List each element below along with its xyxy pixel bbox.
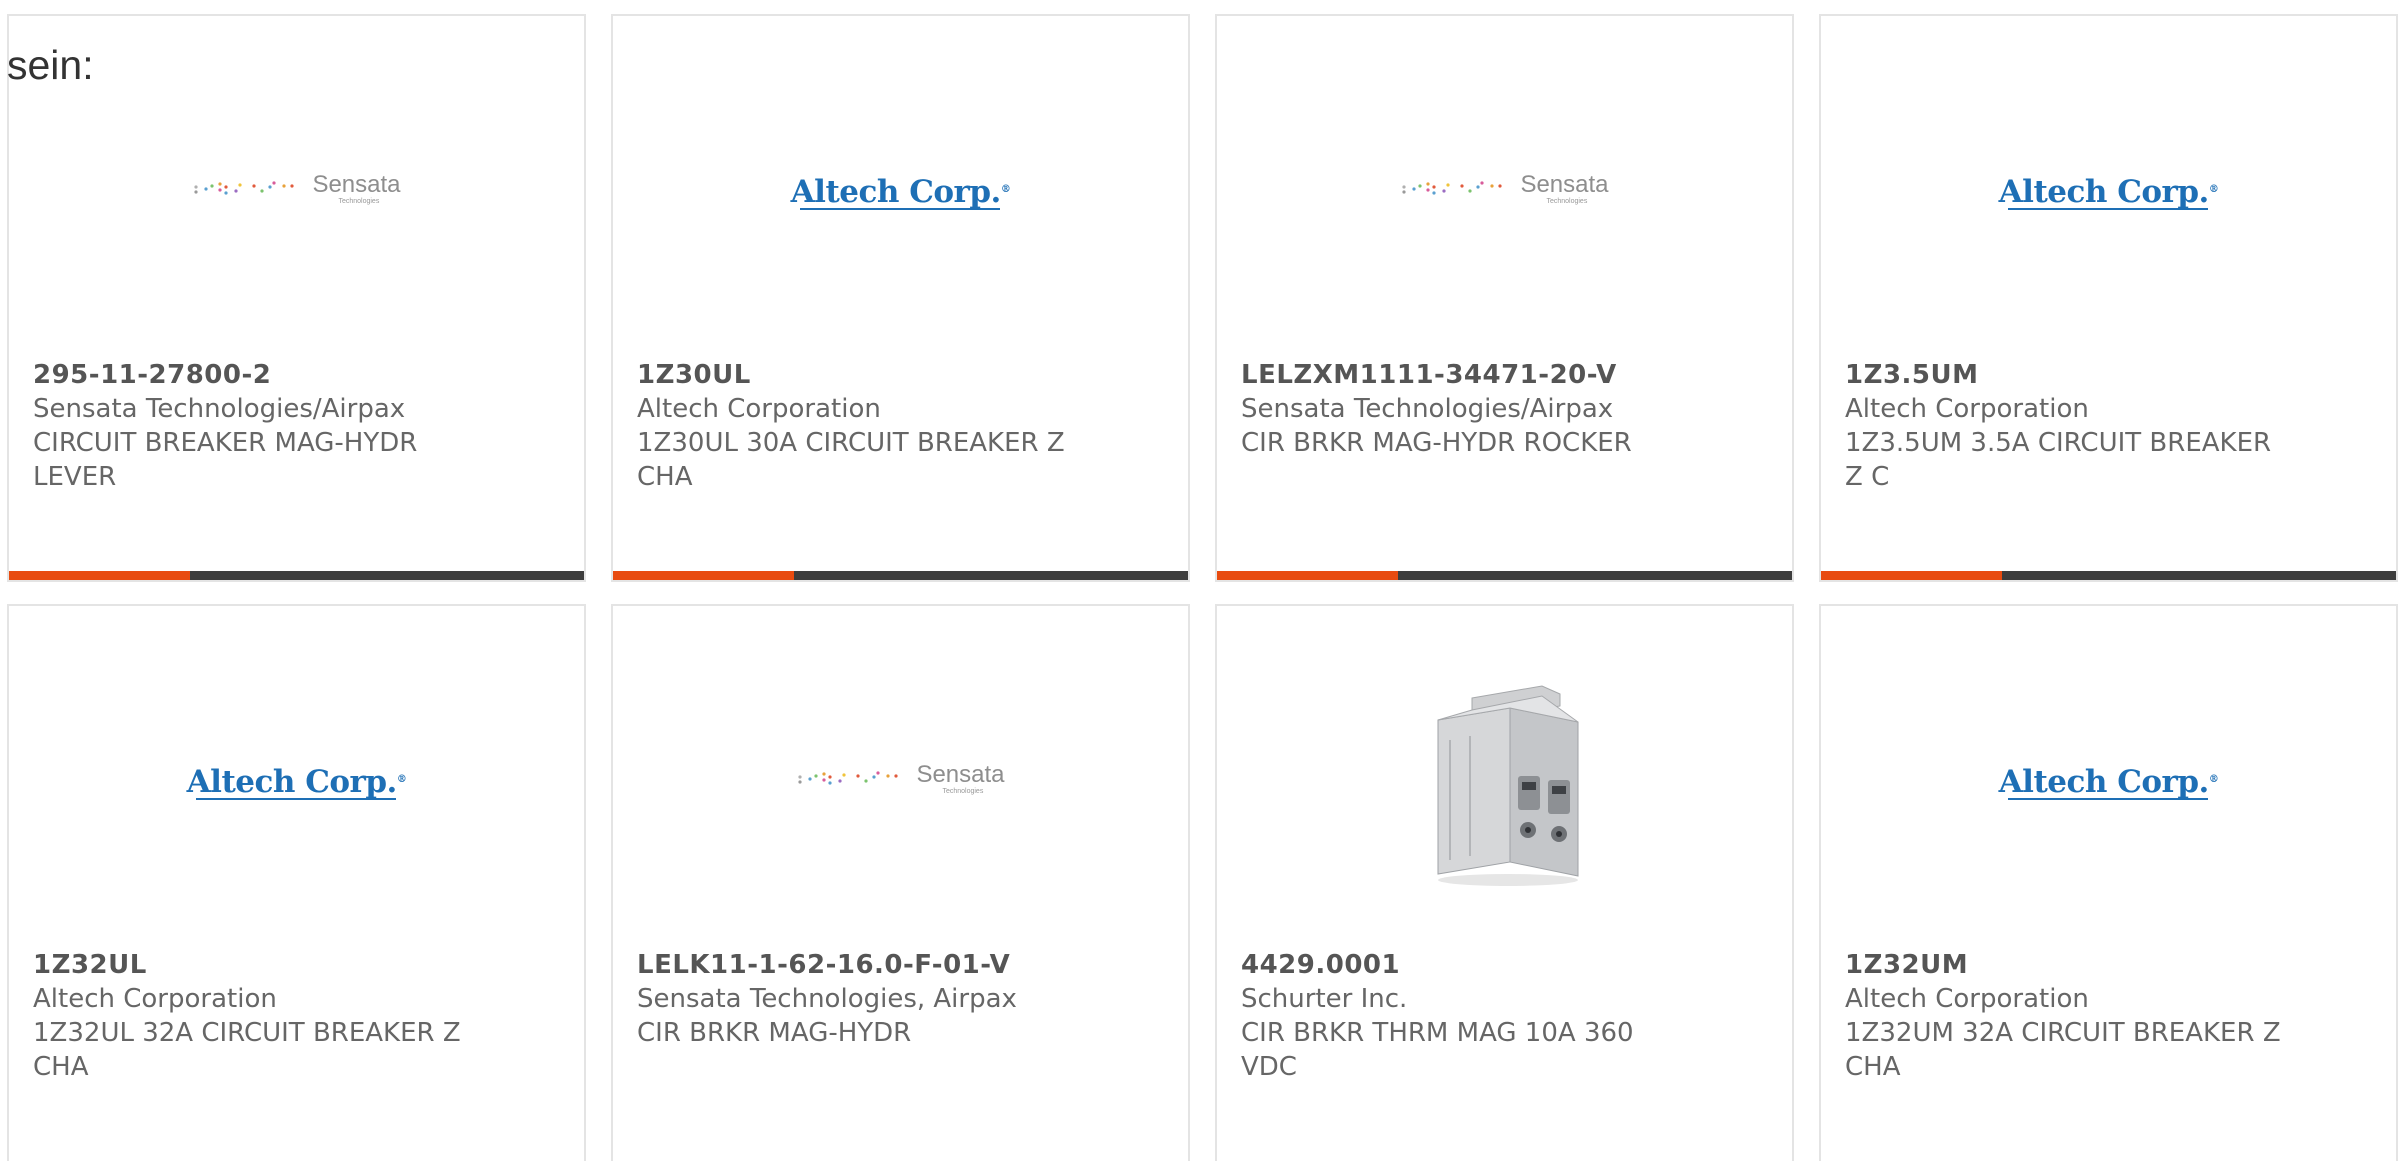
sensata-logo: Sensata Technologies	[192, 170, 401, 206]
product-card[interactable]: Sensata Technologies 295-11-27800-2 Sens…	[7, 14, 586, 582]
part-number[interactable]: 4429.0001	[1241, 948, 1768, 982]
product-image: Sensata Technologies	[9, 16, 584, 346]
product-card[interactable]: Altech Corp.® 1Z30UL Altech Corporation …	[611, 14, 1190, 582]
logo-name: Altech Corp.	[1998, 174, 2210, 210]
description: CIR BRKR MAG-HYDR	[637, 1018, 912, 1048]
logo-name: Altech Corp.	[1998, 764, 2210, 800]
manufacturer: Schurter Inc.	[1241, 984, 1408, 1014]
product-info: LELZXM1111-34471-20-V Sensata Technologi…	[1241, 358, 1768, 460]
logo-subtitle: Technologies	[942, 787, 984, 795]
accent-bar	[613, 571, 1188, 580]
product-info: 1Z30UL Altech Corporation 1Z30UL 30A CIR…	[637, 358, 1164, 494]
product-grid: Sensata Technologies 295-11-27800-2 Sens…	[7, 14, 2400, 1161]
product-info: 1Z32UL Altech Corporation 1Z32UL 32A CIR…	[33, 948, 560, 1084]
description: 1Z30UL 30A CIRCUIT BREAKER Z CHA	[637, 428, 1065, 492]
product-info: 1Z3.5UM Altech Corporation 1Z3.5UM 3.5A …	[1845, 358, 2372, 494]
product-image: Sensata Technologies	[1217, 16, 1792, 346]
part-number[interactable]: 1Z32UL	[33, 948, 560, 982]
sensata-logo: Sensata Technologies	[1400, 170, 1609, 206]
product-info: LELK11-1-62-16.0-F-01-V Sensata Technolo…	[637, 948, 1164, 1050]
manufacturer: Sensata Technologies/Airpax	[33, 394, 406, 424]
sensata-logo: Sensata Technologies	[796, 760, 1005, 796]
accent-bar	[1821, 571, 2396, 580]
manufacturer: Altech Corporation	[1845, 394, 2089, 424]
logo-name: Sensata	[1520, 170, 1609, 198]
description: CIR BRKR THRM MAG 10A 360 VDC	[1241, 1018, 1634, 1082]
part-number[interactable]: 1Z30UL	[637, 358, 1164, 392]
description: 1Z3.5UM 3.5A CIRCUIT BREAKER Z C	[1845, 428, 2272, 492]
product-image	[1217, 606, 1792, 936]
manufacturer: Sensata Technologies/Airpax	[1241, 394, 1614, 424]
part-number[interactable]: 295-11-27800-2	[33, 358, 560, 392]
manufacturer: Altech Corporation	[637, 394, 881, 424]
altech-logo: Altech Corp.®	[1998, 174, 2219, 210]
product-card[interactable]: Altech Corp.® 1Z32UM Altech Corporation …	[1819, 604, 2398, 1161]
sensata-dots-icon	[194, 181, 295, 195]
product-image: Altech Corp.®	[1821, 606, 2396, 936]
product-card[interactable]: 4429.0001 Schurter Inc. CIR BRKR THRM MA…	[1215, 604, 1794, 1161]
manufacturer: Sensata Technologies, Airpax	[637, 984, 1017, 1014]
page: sein: Sensata Technologies 295-11-27800-…	[0, 0, 2400, 1161]
part-number[interactable]: 1Z32UM	[1845, 948, 2372, 982]
accent-bar	[1217, 571, 1792, 580]
logo-name: Altech Corp.	[790, 174, 1002, 210]
description: CIR BRKR MAG-HYDR ROCKER	[1241, 428, 1632, 458]
circuit-breaker-photo	[1437, 685, 1578, 886]
manufacturer: Altech Corporation	[1845, 984, 2089, 1014]
part-number[interactable]: 1Z3.5UM	[1845, 358, 2372, 392]
product-info: 295-11-27800-2 Sensata Technologies/Airp…	[33, 358, 560, 494]
intro-text: sein:	[7, 42, 94, 88]
description: CIRCUIT BREAKER MAG-HYDR LEVER	[33, 428, 418, 492]
altech-logo: Altech Corp.®	[1998, 764, 2219, 800]
product-image: Altech Corp.®	[613, 16, 1188, 346]
accent-bar	[9, 571, 584, 580]
description: 1Z32UM 32A CIRCUIT BREAKER Z CHA	[1845, 1018, 2281, 1082]
product-image: Altech Corp.®	[1821, 16, 2396, 346]
logo-name: Sensata	[916, 760, 1005, 788]
sensata-dots-icon	[798, 771, 899, 785]
sensata-dots-icon	[1402, 181, 1503, 195]
manufacturer: Altech Corporation	[33, 984, 277, 1014]
logo-subtitle: Technologies	[1546, 197, 1588, 205]
product-card[interactable]: Sensata Technologies LELK11-1-62-16.0-F-…	[611, 604, 1190, 1161]
altech-logo: Altech Corp.®	[186, 764, 407, 800]
product-card[interactable]: Sensata Technologies LELZXM1111-34471-20…	[1215, 14, 1794, 582]
product-info: 4429.0001 Schurter Inc. CIR BRKR THRM MA…	[1241, 948, 1768, 1084]
product-image: Altech Corp.®	[9, 606, 584, 936]
part-number[interactable]: LELZXM1111-34471-20-V	[1241, 358, 1768, 392]
product-card[interactable]: Altech Corp.® 1Z32UL Altech Corporation …	[7, 604, 586, 1161]
logo-name: Sensata	[312, 170, 401, 198]
part-number[interactable]: LELK11-1-62-16.0-F-01-V	[637, 948, 1164, 982]
product-image: Sensata Technologies	[613, 606, 1188, 936]
altech-logo: Altech Corp.®	[790, 174, 1011, 210]
product-card[interactable]: Altech Corp.® 1Z3.5UM Altech Corporation…	[1819, 14, 2398, 582]
logo-name: Altech Corp.	[186, 764, 398, 800]
description: 1Z32UL 32A CIRCUIT BREAKER Z CHA	[33, 1018, 461, 1082]
product-info: 1Z32UM Altech Corporation 1Z32UM 32A CIR…	[1845, 948, 2372, 1084]
logo-subtitle: Technologies	[338, 197, 380, 205]
